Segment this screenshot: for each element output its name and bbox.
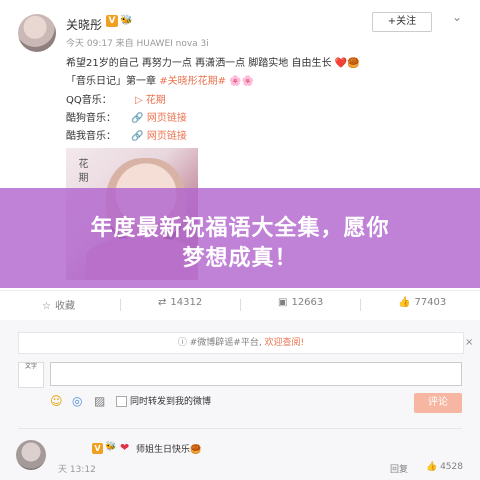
comment-like-button[interactable]: 👍 4528 xyxy=(426,462,463,472)
comment-icon: ▣ xyxy=(278,297,288,308)
thumb-up-icon: 👍 xyxy=(398,297,411,308)
close-icon[interactable]: × xyxy=(465,333,473,353)
image-icon[interactable]: ▨ xyxy=(94,394,108,408)
submit-comment-button[interactable]: 评论 xyxy=(414,393,462,413)
qq-music-label: QQ音乐： xyxy=(66,95,112,106)
follow-button[interactable]: +关注 xyxy=(372,12,432,32)
action-divider xyxy=(240,299,241,311)
post-text-line-2: 「音乐日记」第一章 #关晓彤花期# 🌸🌸 xyxy=(66,72,254,87)
post-meta: 今天 09:17 来自 HUAWEI nova 3i xyxy=(66,39,209,49)
rumor-notice: ⓘ #微博辟谣#平台, 欢迎查阅! × xyxy=(18,332,473,354)
comment-input[interactable] xyxy=(50,362,462,386)
banner-line-2: 梦想成真！ xyxy=(182,246,298,271)
hashtag-link[interactable]: #关晓彤花期# xyxy=(159,76,226,87)
overlay-banner: 年度最新祝福语大全集，愿你 梦想成真！ xyxy=(0,188,480,288)
like-button[interactable]: 👍 77403 xyxy=(398,297,446,308)
notice-icon: ⓘ xyxy=(177,338,187,348)
user-name[interactable]: 关晓彤 xyxy=(66,16,102,33)
kuwo-music-line: 酷我音乐： 🔗 网页链接 xyxy=(66,127,187,142)
post-text-suffix: 🌸🌸 xyxy=(225,76,255,87)
like-count: 77403 xyxy=(414,297,447,308)
favorite-button[interactable]: ☆ 收藏 xyxy=(42,297,75,312)
heart-icon: ❤ xyxy=(120,441,130,454)
favorite-label: 收藏 xyxy=(54,301,75,312)
comment-count: 12663 xyxy=(291,297,324,308)
photo-caption: 花期 xyxy=(76,158,87,186)
comment-divider xyxy=(18,428,462,429)
commenter-verified-icon: V xyxy=(92,443,103,454)
verified-badge-icon: V xyxy=(106,15,118,27)
user-avatar[interactable] xyxy=(18,14,56,52)
qq-music-line: QQ音乐： ▷ 花期 xyxy=(66,91,166,106)
kugou-music-line: 酷狗音乐： 🔗 网页链接 xyxy=(66,109,187,124)
star-icon: ☆ xyxy=(42,301,51,312)
post-action-bar: ☆ 收藏 ⇄ 14312 ▣ 12663 👍 77403 xyxy=(0,290,480,319)
repost-checkbox[interactable] xyxy=(116,396,127,407)
comment-text: 师姐生日快乐🥮 xyxy=(136,445,202,455)
comment-time: 天 13:12 xyxy=(58,465,96,475)
action-divider xyxy=(360,299,361,311)
commenter-avatar[interactable] xyxy=(16,440,46,470)
kuwo-web-link[interactable]: 🔗 网页链接 xyxy=(131,131,187,142)
chevron-down-icon[interactable]: ⌄ xyxy=(452,10,462,24)
fan-badge-icon: 🐝 xyxy=(120,15,133,26)
emoji-icon[interactable]: ☺ xyxy=(50,394,64,408)
kuwo-music-label: 酷我音乐： xyxy=(66,131,116,142)
qq-music-link[interactable]: ▷ 花期 xyxy=(135,95,166,106)
post-text-prefix: 「音乐日记」第一章 xyxy=(66,76,160,87)
kugou-web-link[interactable]: 🔗 网页链接 xyxy=(131,113,187,124)
notice-link[interactable]: 欢迎查阅! xyxy=(265,338,305,348)
notice-text: #微博辟谣#平台, xyxy=(189,338,265,348)
commenter-fan-icon: 🐝 xyxy=(105,442,117,452)
at-icon[interactable]: ◎ xyxy=(72,394,86,408)
my-avatar[interactable]: 文字 xyxy=(18,362,44,388)
action-divider xyxy=(120,299,121,311)
comment-like-count: 4528 xyxy=(440,462,463,472)
repost-checkbox-label: 同时转发到我的微博 xyxy=(130,397,212,407)
comment-button[interactable]: ▣ 12663 xyxy=(278,297,323,308)
thumb-up-icon: 👍 xyxy=(426,462,441,472)
reply-button[interactable]: 回复 xyxy=(390,462,408,475)
repost-count: 14312 xyxy=(170,297,203,308)
kugou-music-label: 酷狗音乐： xyxy=(66,113,116,124)
banner-line-1: 年度最新祝福语大全集，愿你 xyxy=(90,216,390,241)
post-text-line-1: 希望21岁的自己 再努力一点 再潇洒一点 脚踏实地 自由生长 ❤️🥮 xyxy=(66,58,360,69)
repost-button[interactable]: ⇄ 14312 xyxy=(158,297,202,308)
repost-icon: ⇄ xyxy=(158,297,167,308)
